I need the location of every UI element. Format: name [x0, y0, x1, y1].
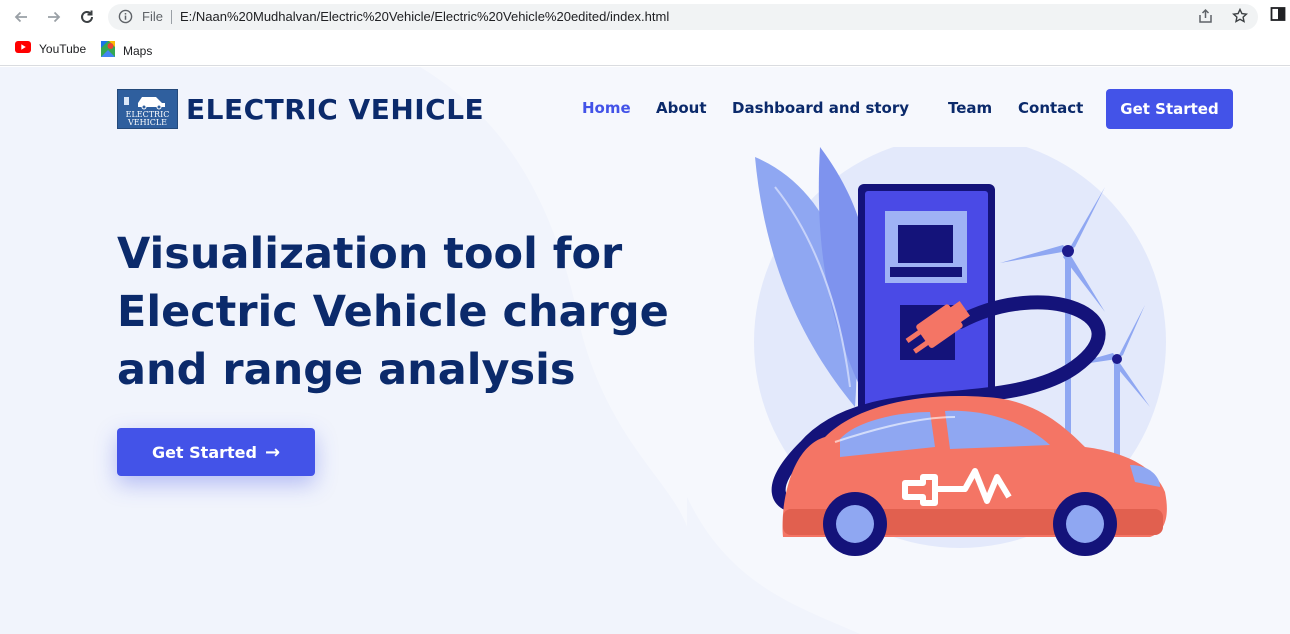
hero-title-line: Electric Vehicle charge — [117, 287, 669, 337]
nav-contact[interactable]: Contact — [1018, 99, 1083, 117]
nav-dashboard-and-story[interactable]: Dashboard and story — [732, 99, 909, 117]
address-divider — [171, 10, 172, 24]
hero-title: Visualization tool for Electric Vehicle … — [117, 225, 677, 399]
nav-get-started-button[interactable]: Get Started — [1106, 89, 1233, 129]
hero-title-line: and range analysis — [117, 345, 576, 395]
maps-icon — [101, 41, 115, 60]
info-icon[interactable] — [118, 9, 133, 28]
brand-logo-text: VEHICLE — [127, 118, 168, 127]
file-label: File — [142, 9, 163, 24]
brand-name[interactable]: ELECTRIC VEHICLE — [186, 93, 484, 126]
web-page: ELECTRIC VEHICLE ELECTRIC VEHICLE Home A… — [0, 67, 1290, 634]
reload-icon[interactable] — [75, 5, 99, 29]
nav-home[interactable]: Home — [582, 99, 631, 117]
youtube-icon — [15, 41, 31, 56]
hero-cta-label: Get Started — [151, 442, 257, 462]
bookmark-label: YouTube — [39, 41, 87, 56]
ev-charging-illustration — [754, 147, 1167, 556]
bookmarks-bar: YouTube Maps — [0, 34, 1290, 66]
nav-about[interactable]: About — [656, 99, 707, 117]
share-icon[interactable] — [1198, 8, 1214, 28]
url-text[interactable]: E:/Naan%20Mudhalvan/Electric%20Vehicle/E… — [180, 9, 669, 24]
hero-get-started-button[interactable]: Get Started → — [117, 428, 315, 476]
bookmark-label: Maps — [123, 43, 153, 58]
address-bar[interactable]: File E:/Naan%20Mudhalvan/Electric%20Vehi… — [108, 4, 1258, 30]
brand[interactable]: ELECTRIC VEHICLE ELECTRIC VEHICLE — [117, 89, 484, 129]
back-arrow-icon[interactable] — [9, 5, 33, 29]
side-panel-icon[interactable] — [1270, 6, 1286, 26]
bookmark-maps[interactable]: Maps — [101, 41, 152, 60]
bookmark-youtube[interactable]: YouTube — [15, 41, 86, 56]
hero-title-line: Visualization tool for — [117, 229, 623, 279]
star-icon[interactable] — [1231, 7, 1249, 28]
car-logo-icon — [124, 97, 165, 110]
browser-toolbar: File E:/Naan%20Mudhalvan/Electric%20Vehi… — [0, 0, 1290, 34]
forward-arrow-icon[interactable] — [42, 5, 66, 29]
brand-logo[interactable]: ELECTRIC VEHICLE — [117, 89, 178, 129]
arrow-right-icon: → — [264, 441, 281, 463]
nav-team[interactable]: Team — [948, 99, 992, 117]
